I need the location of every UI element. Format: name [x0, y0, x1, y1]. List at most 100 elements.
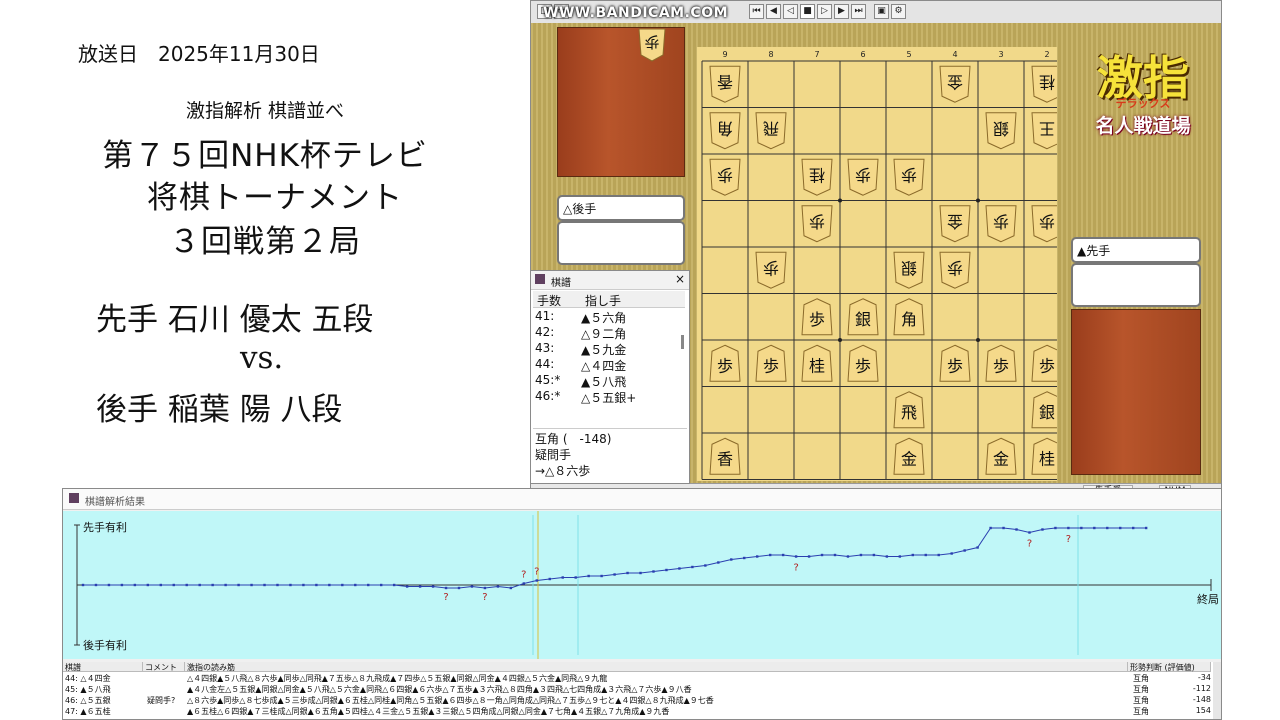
- board-grid[interactable]: 987654321一二三四五六七八九香金桂香角飛銀王歩桂歩歩歩金歩歩歩歩銀歩歩銀…: [697, 47, 1057, 481]
- piece-gote[interactable]: 歩: [939, 251, 971, 289]
- table-scrollbar[interactable]: [1213, 662, 1221, 719]
- kifu-move-text: △４四金: [581, 359, 627, 373]
- gekisashi-logo: 激指 デラックス 名人戦道場: [1069, 53, 1217, 173]
- last-move-icon[interactable]: ⏭: [851, 4, 866, 19]
- stop-icon[interactable]: ■: [800, 4, 815, 19]
- piece-gote[interactable]: 飛: [755, 112, 787, 150]
- question-mark: ?: [482, 592, 487, 603]
- piece-sente[interactable]: 歩: [847, 344, 879, 382]
- board-star-point: [976, 338, 980, 342]
- piece-gote[interactable]: 歩: [985, 205, 1017, 243]
- gote-name-box: △後手: [557, 195, 685, 221]
- kifu-row[interactable]: 44: △４四金: [535, 357, 680, 373]
- col-comment[interactable]: コメント: [143, 662, 185, 672]
- piece-label: 桂: [1039, 449, 1055, 468]
- col-move-number[interactable]: 手数: [537, 292, 561, 309]
- question-mark: ?: [534, 567, 539, 578]
- piece-gote[interactable]: 桂: [801, 158, 833, 196]
- piece-sente[interactable]: 角: [893, 298, 925, 336]
- piece-gote[interactable]: 歩: [847, 158, 879, 196]
- col-move[interactable]: 指し手: [585, 292, 621, 309]
- save-icon[interactable]: ▣: [874, 4, 889, 19]
- eval-point: [146, 583, 150, 587]
- piece-sente[interactable]: 歩: [939, 344, 971, 382]
- analysis-cell-score: 154: [1195, 706, 1211, 715]
- first-move-icon[interactable]: ⏮: [749, 4, 764, 19]
- kifu-row[interactable]: 41: ▲５六角: [535, 309, 680, 325]
- close-icon[interactable]: ×: [675, 272, 685, 286]
- piece-gote[interactable]: 金: [939, 205, 971, 243]
- col-kifu[interactable]: 棋譜: [63, 662, 143, 672]
- eval-point: [613, 573, 616, 576]
- kifu-row[interactable]: 42: △９二角: [535, 325, 680, 341]
- eval-point: [1144, 526, 1148, 530]
- kifu-row[interactable]: 43: ▲５九金: [535, 341, 680, 357]
- piece-sente[interactable]: 飛: [893, 391, 925, 429]
- piece-label: 歩: [809, 310, 825, 329]
- file-label: 3: [998, 50, 1003, 59]
- analysis-cell-judge: 互角: [1133, 707, 1149, 716]
- eval-point: [535, 579, 538, 582]
- piece-sente[interactable]: 歩: [801, 298, 833, 336]
- eval-point: [665, 568, 668, 572]
- settings-icon[interactable]: ⚙: [891, 4, 906, 19]
- eval-point: [522, 582, 526, 585]
- piece-label: 角: [717, 119, 733, 138]
- next-icon[interactable]: ▶: [834, 4, 849, 19]
- piece-sente[interactable]: 歩: [985, 344, 1017, 382]
- piece-gote[interactable]: 角: [709, 112, 741, 150]
- piece-sente[interactable]: 歩: [709, 344, 741, 382]
- piece-gote[interactable]: 王: [1031, 112, 1057, 150]
- prev-icon[interactable]: ◀: [766, 4, 781, 19]
- step-back-icon[interactable]: ◁: [783, 4, 798, 19]
- eval-point: [548, 577, 551, 581]
- piece-gote[interactable]: 銀: [893, 251, 925, 289]
- evaluation-graph[interactable]: ??????? 先手有利 後手有利 終局: [63, 511, 1222, 659]
- piece-sente[interactable]: 銀: [1031, 391, 1057, 429]
- eval-point: [367, 583, 370, 587]
- piece-label: 歩: [1039, 212, 1055, 231]
- piece-sente[interactable]: 桂: [1031, 437, 1057, 475]
- piece-gote[interactable]: 歩: [801, 205, 833, 243]
- piece-gote[interactable]: 桂: [1031, 65, 1057, 103]
- eval-point: [1119, 526, 1122, 530]
- piece-sente[interactable]: 金: [985, 437, 1017, 475]
- gote-hand-piece[interactable]: 歩: [637, 27, 667, 63]
- evaluation-graph-svg[interactable]: ???????: [63, 511, 1222, 659]
- eval-point: [846, 555, 850, 558]
- piece-gote[interactable]: 歩: [755, 251, 787, 289]
- piece-gote[interactable]: 歩: [709, 158, 741, 196]
- piece-gote[interactable]: 金: [939, 65, 971, 103]
- piece-sente[interactable]: 歩: [755, 344, 787, 382]
- piece-gote[interactable]: 歩: [1031, 205, 1057, 243]
- shogi-board[interactable]: 987654321一二三四五六七八九香金桂香角飛銀王歩桂歩歩歩金歩歩歩歩銀歩歩銀…: [697, 47, 1057, 481]
- eval-point: [963, 549, 966, 552]
- step-forward-icon[interactable]: ▷: [817, 4, 832, 19]
- analysis-cell-score: -34: [1197, 673, 1211, 682]
- piece-label: 歩: [947, 356, 963, 375]
- bandicam-watermark: WWW.BANDICAM.COM: [543, 5, 729, 21]
- col-reading[interactable]: 激指の読み筋: [185, 662, 1128, 672]
- piece-gote[interactable]: 香: [709, 65, 741, 103]
- piece-sente[interactable]: 香: [709, 437, 741, 475]
- kifu-scrollbar[interactable]: [681, 335, 684, 349]
- piece-sente[interactable]: 金: [893, 437, 925, 475]
- kifu-row[interactable]: 46:* △５五銀+: [535, 389, 680, 405]
- eval-point: [561, 576, 564, 579]
- eval-point: [444, 586, 448, 590]
- piece-label: 歩: [1039, 356, 1055, 375]
- piece-gote[interactable]: 銀: [985, 112, 1017, 150]
- eval-point: [1080, 526, 1083, 530]
- piece-sente[interactable]: 歩: [1031, 344, 1057, 382]
- piece-label: 香: [717, 449, 733, 468]
- kifu-row[interactable]: 45:* ▲５八飛: [535, 373, 680, 389]
- piece-sente[interactable]: 銀: [847, 298, 879, 336]
- eval-point: [652, 570, 655, 573]
- file-label: 4: [952, 50, 957, 59]
- sente-piece-stand[interactable]: [1071, 309, 1201, 475]
- piece-sente[interactable]: 桂: [801, 344, 833, 382]
- analysis-cell-move: 47: ▲６五桂: [65, 707, 111, 716]
- col-judgement[interactable]: 形勢判断 (評価値): [1128, 662, 1211, 672]
- eval-point: [470, 585, 474, 588]
- piece-gote[interactable]: 歩: [893, 158, 925, 196]
